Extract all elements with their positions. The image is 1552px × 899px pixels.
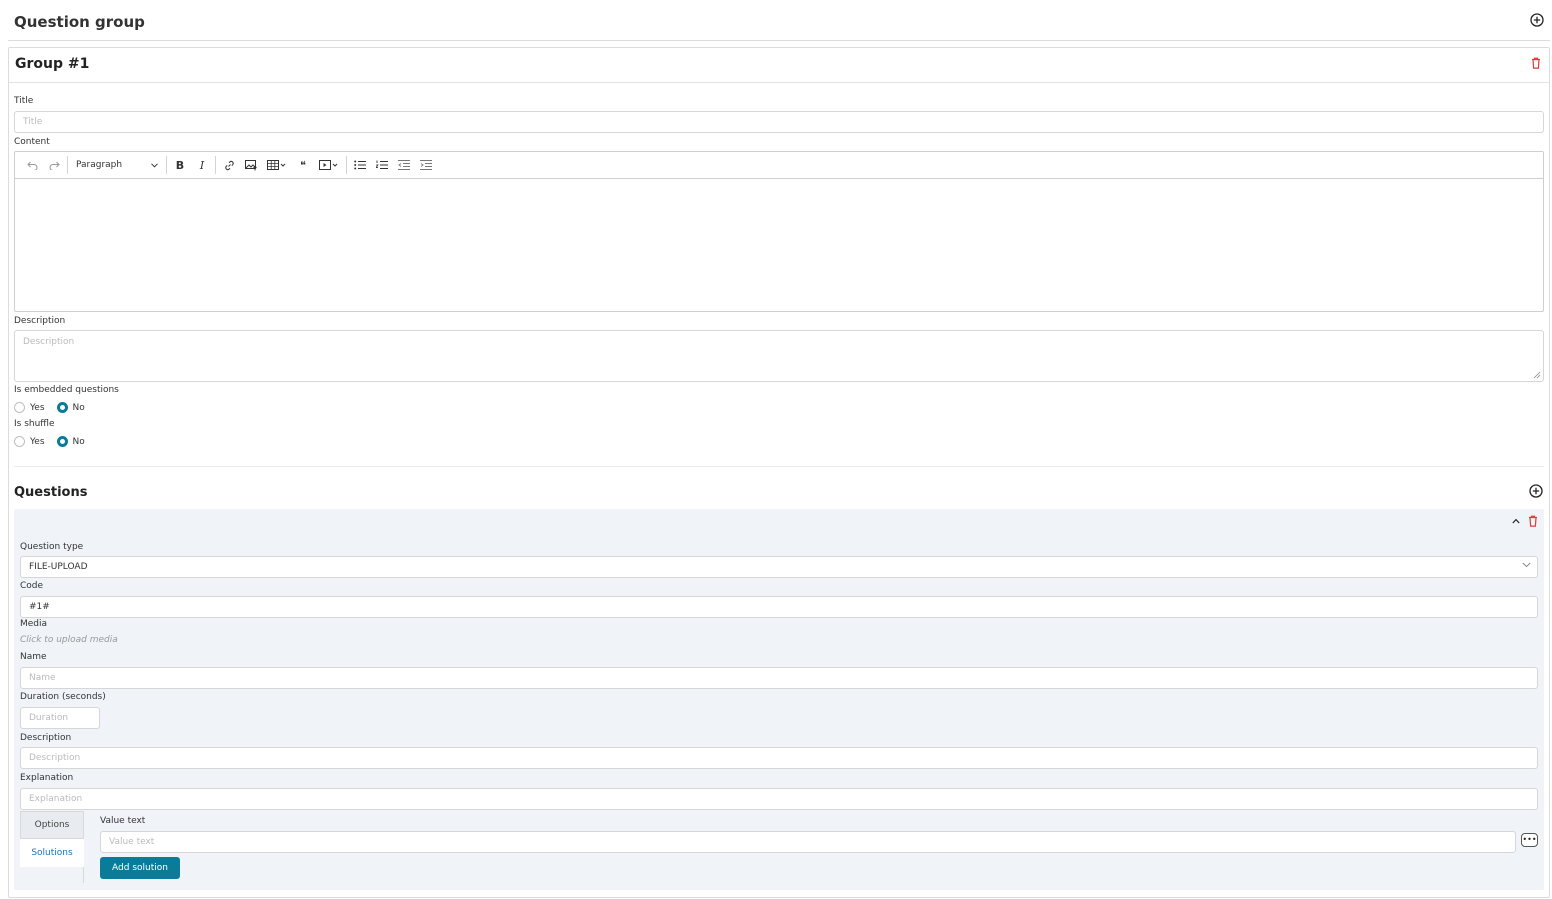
- value-text-input[interactable]: Value text: [100, 831, 1516, 853]
- yes-label: Yes: [30, 436, 45, 447]
- explanation-input[interactable]: Explanation: [20, 788, 1538, 810]
- duration-label: Duration (seconds): [20, 692, 106, 702]
- radio-yes[interactable]: [14, 402, 25, 413]
- page-title: Question group: [14, 13, 145, 31]
- collapse-chevron-up-icon[interactable]: [1511, 516, 1521, 526]
- name-label: Name: [20, 652, 47, 662]
- shuffle-yes-option[interactable]: Yes: [14, 436, 45, 447]
- indent-icon[interactable]: [415, 155, 437, 175]
- toolbar-separator: [67, 156, 68, 174]
- title-input[interactable]: Title: [14, 111, 1544, 133]
- no-label: No: [72, 402, 85, 413]
- question-description-input[interactable]: Description: [20, 747, 1538, 769]
- description-textarea[interactable]: Description: [14, 330, 1544, 382]
- description-placeholder: Description: [23, 337, 75, 347]
- embedded-label: Is embedded questions: [14, 385, 119, 395]
- name-input[interactable]: Name: [20, 667, 1538, 689]
- paragraph-dropdown[interactable]: Paragraph: [70, 155, 164, 175]
- description-label: Description: [14, 316, 66, 326]
- title-label: Title: [14, 96, 34, 106]
- add-solution-button[interactable]: Add solution: [100, 857, 180, 879]
- paragraph-label: Paragraph: [76, 160, 123, 170]
- section-divider: [14, 466, 1544, 467]
- add-group-icon[interactable]: [1530, 13, 1544, 27]
- add-question-icon[interactable]: [1529, 484, 1543, 498]
- tab-solutions[interactable]: Solutions: [20, 839, 84, 867]
- link-icon[interactable]: [218, 155, 240, 175]
- table-icon[interactable]: [262, 155, 292, 175]
- shuffle-no-option[interactable]: No: [56, 436, 85, 447]
- questions-title: Questions: [14, 485, 88, 500]
- toolbar-separator: [166, 156, 167, 174]
- chevron-down-icon: [151, 162, 158, 168]
- bullet-list-icon[interactable]: [349, 155, 371, 175]
- editor-toolbar: Paragraph B I ❝: [15, 152, 1543, 179]
- radio-no-selected[interactable]: [56, 402, 68, 413]
- radio-no-selected[interactable]: [56, 436, 68, 447]
- duration-input[interactable]: Duration: [20, 707, 100, 729]
- question-tabs: Options Solutions: [20, 811, 84, 883]
- blockquote-button[interactable]: ❝: [292, 155, 314, 175]
- no-label: No: [72, 436, 85, 447]
- header-divider: [8, 40, 1550, 41]
- delete-question-icon[interactable]: [1527, 514, 1538, 527]
- embedded-no-option[interactable]: No: [56, 402, 85, 413]
- more-options-button[interactable]: •••: [1521, 833, 1538, 847]
- yes-label: Yes: [30, 402, 45, 413]
- group-title: Group #1: [15, 56, 90, 72]
- shuffle-label: Is shuffle: [14, 419, 55, 429]
- media-icon[interactable]: [314, 155, 344, 175]
- embedded-radio-group: Yes No: [14, 402, 91, 413]
- image-icon[interactable]: [240, 155, 262, 175]
- content-label: Content: [14, 137, 50, 147]
- numbered-list-icon[interactable]: [371, 155, 393, 175]
- question-type-select[interactable]: FILE-UPLOAD: [20, 556, 1538, 578]
- media-label: Media: [20, 619, 48, 629]
- code-input[interactable]: #1#: [20, 596, 1538, 618]
- toolbar-separator: [215, 156, 216, 174]
- group-header-divider: [9, 82, 1549, 83]
- undo-icon[interactable]: [21, 155, 43, 175]
- shuffle-radio-group: Yes No: [14, 436, 91, 447]
- outdent-icon[interactable]: [393, 155, 415, 175]
- radio-yes[interactable]: [14, 436, 25, 447]
- bold-button[interactable]: B: [169, 155, 191, 175]
- question-description-label: Description: [20, 733, 72, 743]
- chevron-down-icon: [1522, 562, 1531, 568]
- value-text-label: Value text: [100, 816, 146, 826]
- media-upload-link[interactable]: Click to upload media: [20, 635, 118, 645]
- delete-group-icon[interactable]: [1530, 56, 1542, 70]
- italic-button[interactable]: I: [191, 155, 213, 175]
- code-label: Code: [20, 581, 44, 591]
- question-type-value: FILE-UPLOAD: [29, 562, 88, 572]
- question-type-label: Question type: [20, 542, 84, 552]
- redo-icon[interactable]: [43, 155, 65, 175]
- tab-options[interactable]: Options: [20, 811, 84, 839]
- embedded-yes-option[interactable]: Yes: [14, 402, 45, 413]
- resize-grip-icon[interactable]: [1533, 371, 1541, 379]
- explanation-label: Explanation: [20, 773, 74, 783]
- toolbar-separator: [346, 156, 347, 174]
